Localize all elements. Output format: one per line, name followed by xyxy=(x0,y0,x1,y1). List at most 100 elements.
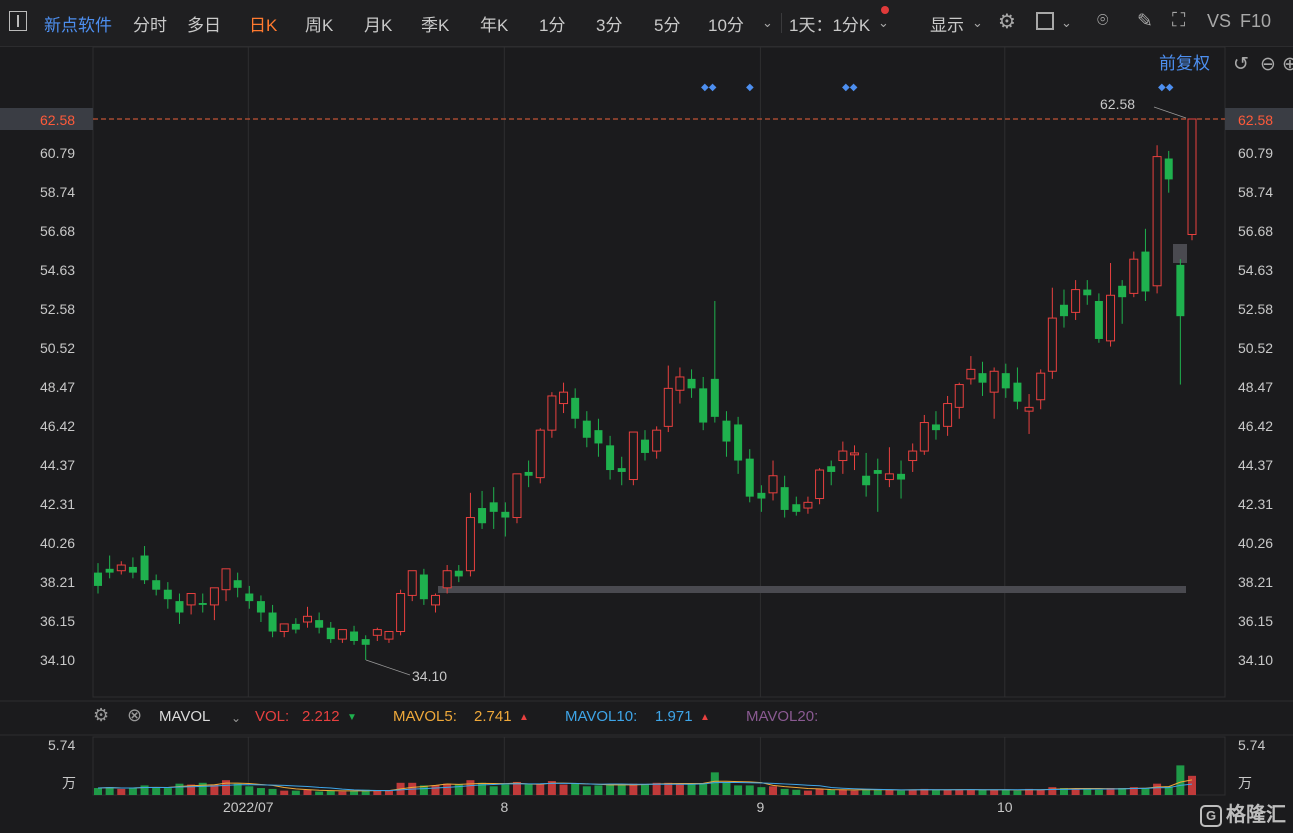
volume-bar xyxy=(1176,765,1185,795)
volume-bar xyxy=(699,783,708,795)
candle-body-down xyxy=(1001,373,1010,389)
candle-body-down xyxy=(1094,300,1103,339)
candle-body-down xyxy=(326,627,335,640)
price-tick-left: 44.37 xyxy=(40,457,75,473)
zoom-in-icon[interactable]: ⊕ xyxy=(1282,54,1293,75)
low-leader-line xyxy=(365,659,411,676)
high-annotation: 62.58 xyxy=(1100,96,1135,112)
gear-icon[interactable]: ⚙ xyxy=(93,705,109,726)
price-tick-right: 60.79 xyxy=(1238,145,1273,161)
candle-body-up xyxy=(919,422,929,452)
volume-bar xyxy=(245,786,254,795)
volume-bar xyxy=(326,790,335,795)
volume-bar xyxy=(745,785,754,795)
candle-body-down xyxy=(315,620,324,628)
volume-bar xyxy=(769,786,778,795)
low-annotation: 34.10 xyxy=(412,668,447,684)
candle-body-up xyxy=(1187,118,1197,235)
candle-body-down xyxy=(617,468,626,472)
volume-bar xyxy=(827,789,836,795)
volume-bar xyxy=(524,784,533,795)
logo-text: 格隆汇 xyxy=(1226,804,1286,826)
price-label-current-right: 62.58 xyxy=(1238,112,1273,128)
candle-body-up xyxy=(442,570,452,589)
volume-bar xyxy=(908,789,917,795)
vol-label: VOL: xyxy=(255,708,290,725)
x-axis-label: 10 xyxy=(997,799,1013,815)
arrow-up-icon: ▲ xyxy=(519,712,529,723)
volume-bar xyxy=(303,789,312,795)
volume-bar xyxy=(140,785,149,795)
volume-bar xyxy=(152,787,161,795)
volume-bar xyxy=(1083,788,1092,795)
candle-body-down xyxy=(594,430,603,444)
candle-body-down xyxy=(571,397,580,419)
candle-body-down xyxy=(233,580,242,588)
zoom-out-icon[interactable]: ⊖ xyxy=(1260,54,1276,75)
x-axis-label: 8 xyxy=(500,799,508,815)
candle-body-up xyxy=(279,623,289,633)
volume-bar xyxy=(1153,783,1162,795)
volume-bar xyxy=(687,783,696,795)
price-tick-left: 36.15 xyxy=(40,613,75,629)
volume-bar xyxy=(1048,787,1057,795)
undo-icon[interactable]: ↺ xyxy=(1233,54,1249,75)
adjust-label[interactable]: 前复权 xyxy=(1159,54,1210,73)
candle-body-up xyxy=(838,450,848,462)
chevron-down-icon[interactable]: ⌄ xyxy=(231,711,241,725)
candle-body-up xyxy=(989,370,999,393)
volume-bar xyxy=(443,783,452,795)
volume-bar xyxy=(536,783,545,795)
price-tick-right: 50.52 xyxy=(1238,340,1273,356)
volume-bar xyxy=(955,789,964,795)
mavol20-label: MAVOL20: xyxy=(746,708,819,725)
volume-bar xyxy=(722,782,731,795)
candle-body-up xyxy=(396,593,406,633)
candle-body-up xyxy=(768,475,778,494)
candle-body-down xyxy=(501,511,510,518)
volume-bar xyxy=(850,790,859,795)
candle-body-down xyxy=(198,603,207,605)
candle-body-up xyxy=(943,403,953,427)
chart-grid: ◆◆ ◆ ◆◆ ◆◆ xyxy=(0,46,1293,796)
candle-body-down xyxy=(524,471,533,476)
volume-bar xyxy=(1071,788,1080,795)
volume-bar xyxy=(734,785,743,795)
candle-body-up xyxy=(116,564,126,572)
close-icon[interactable]: ⊗ xyxy=(127,705,142,726)
price-tick-right: 52.58 xyxy=(1238,301,1273,317)
mavol10-value: 1.971 xyxy=(655,708,693,725)
volume-bar xyxy=(384,790,393,795)
volume-axis-unit-right: 万 xyxy=(1238,775,1252,791)
candle-body-down xyxy=(256,601,265,613)
candle-body-up xyxy=(1071,289,1081,313)
event-marker-icon: ◆ xyxy=(746,82,754,93)
candle-body-up xyxy=(559,391,569,405)
x-axis-labels: 2022/07 8 9 10 xyxy=(223,799,1013,815)
candle-body-down xyxy=(862,475,871,486)
volume-bar xyxy=(978,789,987,795)
candle-body-down xyxy=(478,508,487,524)
volume-bar xyxy=(873,789,882,795)
volume-bar xyxy=(489,786,498,795)
volume-bar xyxy=(105,787,114,795)
volume-bar xyxy=(128,788,137,795)
volume-bar xyxy=(466,780,475,795)
candle-body-up xyxy=(1129,258,1139,294)
price-tick-right: 44.37 xyxy=(1238,457,1273,473)
arrow-up-icon: ▲ xyxy=(700,712,710,723)
candle-body-down xyxy=(128,566,137,573)
candle-body-up xyxy=(1024,406,1034,412)
candle-body-up xyxy=(209,587,219,606)
volume-bar xyxy=(117,788,126,795)
candle-body-down xyxy=(1083,289,1092,296)
candle-body-down xyxy=(152,580,161,590)
volume-bar xyxy=(1001,789,1010,795)
candle-body-down xyxy=(745,458,754,497)
indicator-select[interactable]: MAVOL xyxy=(159,708,210,725)
candle-body-up xyxy=(384,631,394,640)
candle-body-up xyxy=(675,376,685,391)
candle-body-down xyxy=(827,466,836,472)
candle-body-down xyxy=(897,473,906,480)
candle-body-up xyxy=(1047,317,1057,372)
